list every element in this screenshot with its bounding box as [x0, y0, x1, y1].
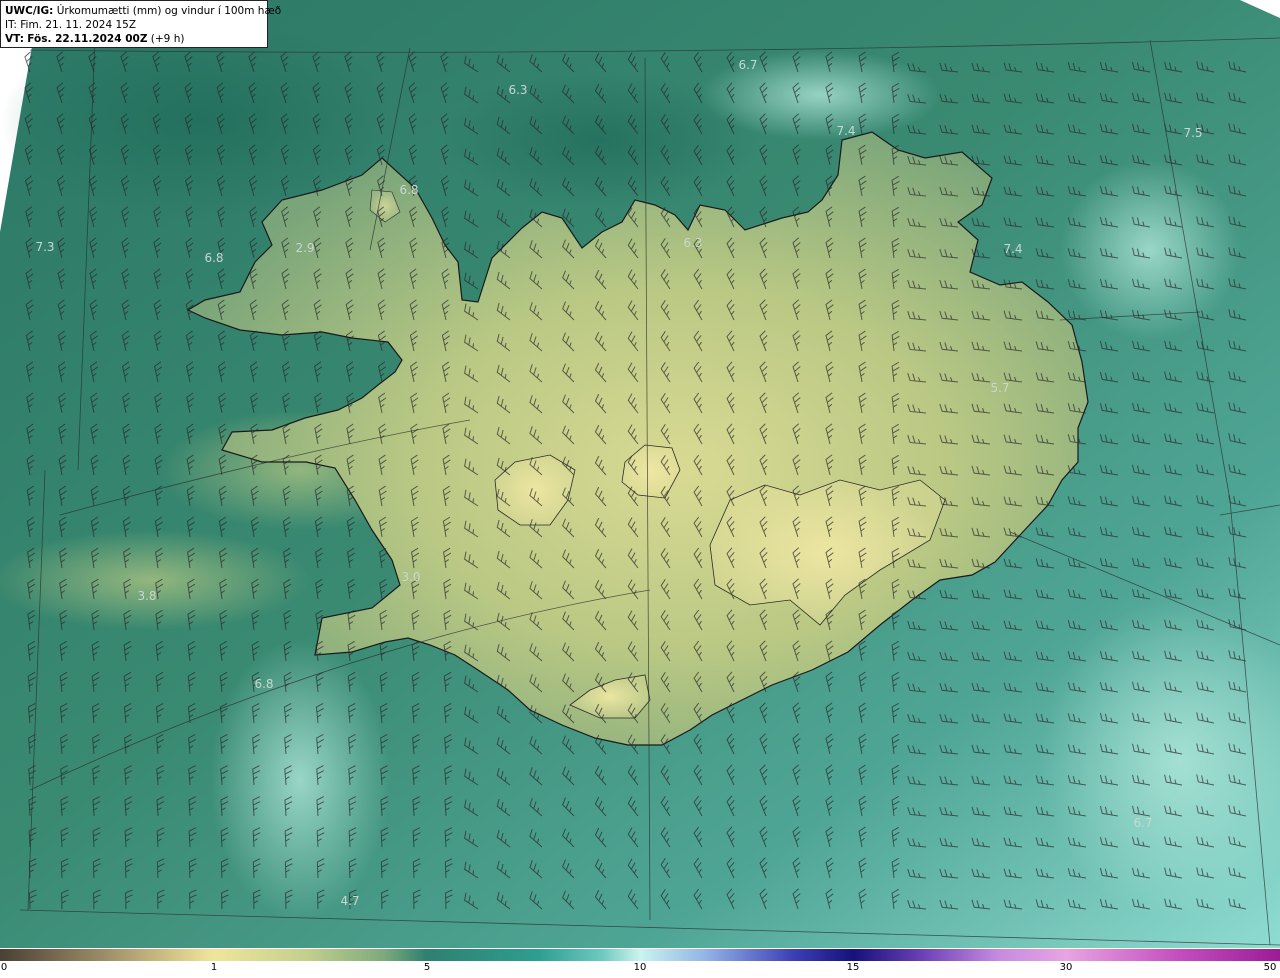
- map-value-label: 7.4: [836, 124, 856, 138]
- map-value-label: 6.7: [1133, 816, 1153, 830]
- map-value-label: 6.3: [683, 236, 703, 250]
- colorbar-tick: 30: [1059, 962, 1073, 973]
- colorbar-tick: 50: [1263, 962, 1277, 973]
- map-value-label: 6.8: [254, 677, 274, 691]
- map-header: UWC/IG: Úrkomumætti (mm) og vindur í 100…: [0, 0, 281, 48]
- map-value-label: 7.4: [1003, 242, 1023, 256]
- map-value-label: 2.9: [295, 241, 315, 255]
- colorbar: 0 1 5 10 15 30 50: [0, 948, 1280, 978]
- valid-label: VT:: [5, 33, 24, 45]
- colorbar-tick: 5: [423, 962, 431, 973]
- colorbar-tick: 0: [0, 962, 8, 973]
- precipitation-map: UWC/IG: Úrkomumætti (mm) og vindur í 100…: [0, 0, 1280, 948]
- init-time: Fim. 21. 11. 2024 15Z: [20, 19, 137, 31]
- map-value-label: 3.8: [137, 589, 157, 603]
- map-value-label: 6.8: [204, 251, 224, 265]
- colorbar-tick: 15: [846, 962, 860, 973]
- valid-time-line: VT: Fös. 22.11.2024 00Z (+9 h): [5, 32, 263, 46]
- map-value-label: 6.3: [508, 83, 528, 97]
- map-value-label: 7.3: [35, 240, 55, 254]
- map-value-label: 5.7: [990, 381, 1010, 395]
- forecast-offset: (+9 h): [150, 33, 185, 45]
- valid-time: Fös. 22.11.2024 00Z: [27, 33, 148, 45]
- map-value-label: 6.8: [399, 183, 419, 197]
- map-value-label: 3.0: [401, 570, 421, 584]
- colorbar-strip: [0, 949, 1280, 961]
- map-title: Úrkomumætti (mm) og vindur í 100m hæð: [56, 5, 282, 17]
- colorbar-tick: 1: [210, 962, 218, 973]
- map-value-label: 6.7: [738, 58, 758, 72]
- map-value-label: 4.7: [340, 894, 360, 908]
- map-value-label: 7.5: [1183, 126, 1203, 140]
- init-label: IT:: [5, 19, 17, 31]
- init-time-line: IT: Fim. 21. 11. 2024 15Z: [5, 18, 263, 32]
- title-line: UWC/IG: Úrkomumætti (mm) og vindur í 100…: [5, 4, 281, 18]
- colorbar-tick: 10: [633, 962, 647, 973]
- map-canvas: [0, 0, 1280, 948]
- model-label: UWC/IG:: [5, 5, 54, 17]
